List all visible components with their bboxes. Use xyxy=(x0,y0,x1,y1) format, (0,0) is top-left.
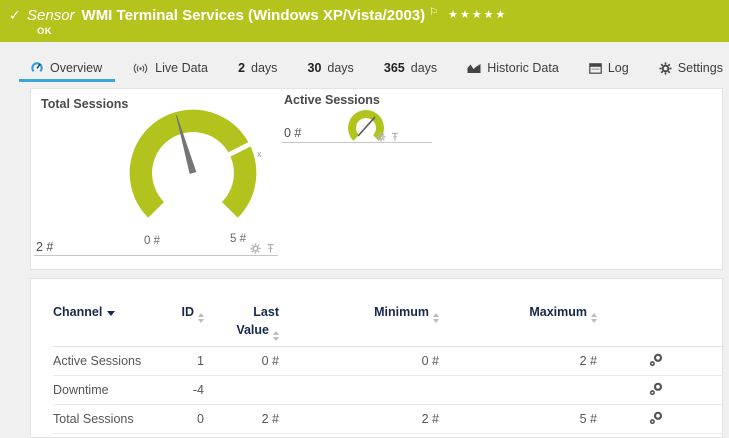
tab-30-days[interactable]: 30 days xyxy=(308,61,354,75)
channel-settings-icon[interactable] xyxy=(649,382,663,396)
gauges-panel: Total Sessions x 0 # 5 # 2 # xyxy=(30,88,723,270)
column-header-actions xyxy=(601,303,724,347)
tab-label: Settings xyxy=(678,61,723,75)
tab-overview[interactable]: Overview xyxy=(30,61,102,75)
status-badge: OK xyxy=(37,26,52,37)
pin-icon[interactable] xyxy=(391,132,399,142)
cell-minimum: 2 # xyxy=(283,405,443,434)
cell-last-value: 2 # xyxy=(208,405,283,434)
tab-2-days[interactable]: 2 days xyxy=(238,61,277,75)
cell-id: 1 xyxy=(173,347,208,376)
pin-icon[interactable] xyxy=(266,243,275,254)
cell-id: 0 xyxy=(173,405,208,434)
channel-settings-icon[interactable] xyxy=(649,353,663,367)
tab-label: days xyxy=(327,61,353,75)
cell-id: -4 xyxy=(173,376,208,405)
sort-icon xyxy=(591,313,597,323)
active-sessions-value: 0 # xyxy=(284,126,301,140)
status-ok-check-icon: ✓ xyxy=(9,7,21,24)
cell-minimum: 0 # xyxy=(283,347,443,376)
gauge-icon xyxy=(30,61,44,75)
cell-maximum xyxy=(443,376,601,405)
cell-channel: Total Sessions xyxy=(53,405,173,434)
tab-label: Live Data xyxy=(155,61,208,75)
tab-settings[interactable]: Settings xyxy=(659,61,723,75)
column-label: ID xyxy=(182,305,195,319)
column-header-maximum[interactable]: Maximum xyxy=(443,303,601,347)
column-label: Last xyxy=(253,305,279,319)
divider xyxy=(34,255,278,256)
flag-icon: ⚐ xyxy=(429,7,438,18)
cell-last-value xyxy=(208,376,283,405)
tab-log[interactable]: Log xyxy=(589,61,629,75)
tab-label-number: 365 xyxy=(384,61,405,75)
gauge-settings-gear-icon[interactable] xyxy=(250,243,261,254)
tab-label-number: 2 xyxy=(238,61,245,75)
log-icon xyxy=(589,63,602,74)
tab-label: Historic Data xyxy=(487,61,559,75)
column-label: Minimum xyxy=(374,305,429,319)
table-row[interactable]: Total Sessions 0 2 # 2 # 5 # xyxy=(53,405,724,434)
column-header-last-value[interactable]: Last Value xyxy=(208,303,283,347)
sensor-header: ✓ Sensor WMI Terminal Services (Windows … xyxy=(0,0,729,42)
page-title: WMI Terminal Services (Windows XP/Vista/… xyxy=(82,7,426,24)
cell-maximum: 5 # xyxy=(443,405,601,434)
column-header-id[interactable]: ID xyxy=(173,303,208,347)
table-row[interactable]: Downtime -4 xyxy=(53,376,724,405)
column-header-channel[interactable]: Channel xyxy=(53,303,173,347)
channels-table: Channel ID Last Value Minimum Maximum xyxy=(53,303,724,434)
priority-stars[interactable]: ★★★★★ xyxy=(448,8,507,21)
column-label: Value xyxy=(236,323,269,337)
signal-icon xyxy=(132,62,149,75)
tab-live-data[interactable]: Live Data xyxy=(132,61,208,75)
gauge-tools-total xyxy=(250,243,275,254)
tab-label-number: 30 xyxy=(308,61,322,75)
gear-icon xyxy=(659,62,672,75)
tab-bar: Overview Live Data 2 days 30 days 365 da… xyxy=(30,57,723,79)
gauge-scale-min: 0 # xyxy=(144,235,160,247)
channel-settings-icon[interactable] xyxy=(649,411,663,425)
tab-label: Log xyxy=(608,61,629,75)
chart-icon xyxy=(467,62,481,74)
tab-historic-data[interactable]: Historic Data xyxy=(467,61,559,75)
total-sessions-value: 2 # xyxy=(36,240,53,254)
cell-channel: Downtime xyxy=(53,376,173,405)
gauge-scale-max: 5 # xyxy=(230,233,246,245)
sort-icon xyxy=(433,313,439,323)
table-header-row: Channel ID Last Value Minimum Maximum xyxy=(53,303,724,347)
column-label: Channel xyxy=(53,305,102,319)
table-row[interactable]: Active Sessions 1 0 # 0 # 2 # xyxy=(53,347,724,376)
cell-minimum xyxy=(283,376,443,405)
sort-desc-icon xyxy=(107,311,115,316)
tab-label: days xyxy=(251,61,277,75)
sort-icon xyxy=(198,313,204,323)
sort-icon xyxy=(273,331,279,341)
gauge-settings-gear-icon[interactable] xyxy=(376,132,386,142)
column-label: Maximum xyxy=(529,305,587,319)
tab-label: Overview xyxy=(50,61,102,75)
prtg-sensor-page: ✓ Sensor WMI Terminal Services (Windows … xyxy=(0,0,729,431)
tab-365-days[interactable]: 365 days xyxy=(384,61,437,75)
cell-maximum: 2 # xyxy=(443,347,601,376)
column-header-minimum[interactable]: Minimum xyxy=(283,303,443,347)
object-kind-label: Sensor xyxy=(27,7,75,24)
divider xyxy=(282,142,432,143)
channels-panel: Channel ID Last Value Minimum Maximum xyxy=(30,278,723,438)
cell-channel: Active Sessions xyxy=(53,347,173,376)
gauge-marker-x: x xyxy=(257,149,262,159)
cell-last-value: 0 # xyxy=(208,347,283,376)
total-sessions-gauge xyxy=(115,95,271,251)
tab-label: days xyxy=(411,61,437,75)
gauge-needle xyxy=(358,117,375,136)
gauge-tools-active xyxy=(376,132,399,142)
